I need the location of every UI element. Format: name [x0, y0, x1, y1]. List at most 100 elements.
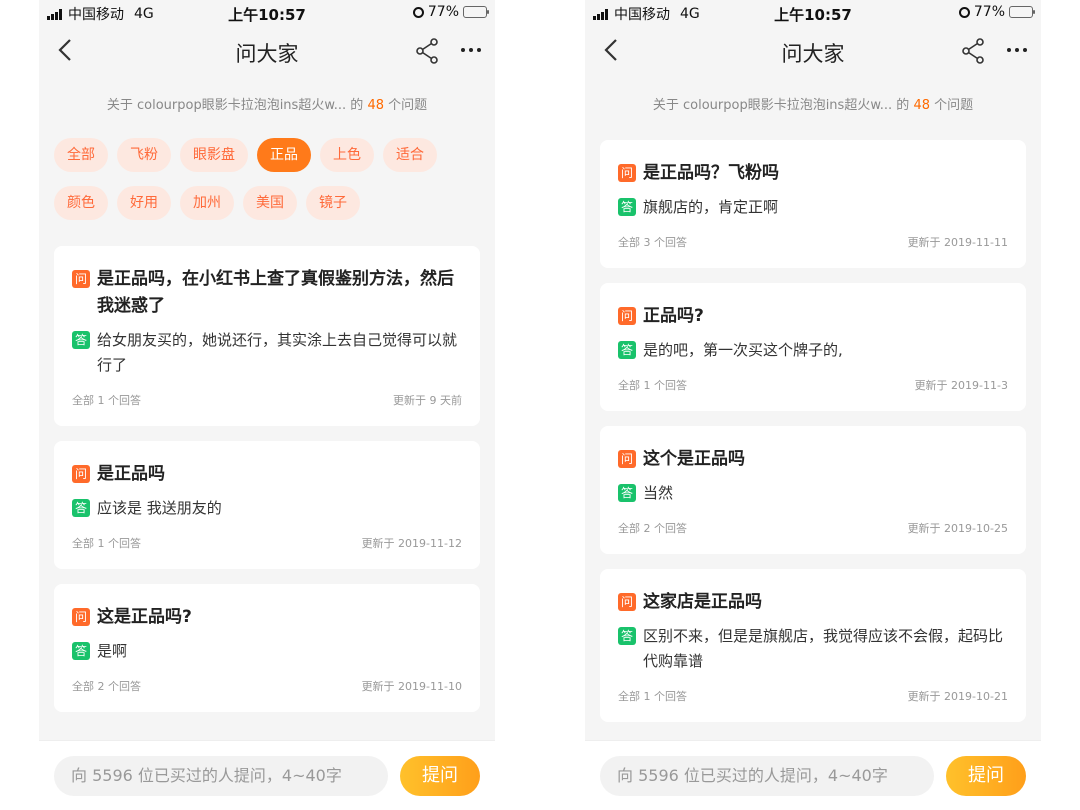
answer-row: 答是的吧，第一次买这个牌子的,	[618, 338, 1008, 363]
question-card[interactable]: 问是正品吗，在小红书上查了真假鉴别方法，然后我迷惑了答给女朋友买的，她说还行，其…	[54, 246, 480, 426]
question-text: 正品吗?	[643, 306, 704, 326]
answer-badge-icon: 答	[72, 499, 90, 517]
question-meta: 全部 1 个回答 更新于 2019-11-3	[618, 377, 1008, 393]
status-bar: 中国移动 4G 上午10:57 77%	[39, 0, 495, 26]
question-badge-icon: 问	[72, 608, 90, 626]
answer-text: 当然	[643, 484, 674, 502]
tag-filter-item[interactable]: 全部	[54, 138, 108, 172]
answer-badge-icon: 答	[618, 341, 636, 359]
nav-bar: 问大家	[585, 26, 1041, 76]
answer-count: 全部 1 个回答	[618, 379, 687, 392]
tag-filter-item[interactable]: 镜子	[306, 186, 360, 220]
bottom-ask-bar: 向 5596 位已买过的人提问，4~40字 提问	[39, 740, 495, 810]
updated-time: 更新于 2019-11-3	[914, 379, 1008, 392]
tag-filter-list: 全部 飞粉 眼影盘 正品 上色 适合颜色 好用 加州 美国 镜子	[54, 138, 480, 220]
tag-filter-item[interactable]: 飞粉	[117, 138, 171, 172]
updated-time: 更新于 2019-10-25	[907, 522, 1008, 535]
answer-badge-icon: 答	[618, 627, 636, 645]
share-icon[interactable]	[961, 38, 985, 64]
answer-count: 全部 1 个回答	[72, 537, 141, 550]
question-row: 问这是正品吗?	[72, 604, 462, 631]
question-row: 问是正品吗，在小红书上查了真假鉴别方法，然后我迷惑了	[72, 266, 462, 320]
question-row: 问是正品吗？飞粉吗	[618, 160, 1008, 187]
more-icon[interactable]	[461, 48, 481, 52]
updated-time: 更新于 2019-11-11	[907, 236, 1008, 249]
question-badge-icon: 问	[618, 307, 636, 325]
answer-badge-icon: 答	[618, 198, 636, 216]
question-card[interactable]: 问这个是正品吗答当然 全部 2 个回答 更新于 2019-10-25	[600, 426, 1026, 554]
tag-filter-item[interactable]: 美国	[243, 186, 297, 220]
battery-percent: 77%	[973, 4, 1005, 20]
question-meta: 全部 1 个回答 更新于 9 天前	[72, 392, 462, 408]
ask-button[interactable]: 提问	[946, 756, 1026, 796]
question-text: 这家店是正品吗	[643, 592, 762, 612]
right-screen: 中国移动 4G 上午10:57 77% 问大家 关于 colourpop眼影卡拉…	[585, 0, 1041, 810]
answer-row: 答旗舰店的，肯定正啊	[618, 195, 1008, 220]
nav-bar: 问大家	[39, 26, 495, 76]
more-icon[interactable]	[1007, 48, 1027, 52]
question-card[interactable]: 问正品吗? 答是的吧，第一次买这个牌子的, 全部 1 个回答 更新于 2019-11-…	[600, 283, 1026, 411]
updated-time: 更新于 2019-10-21	[907, 690, 1008, 703]
question-meta: 全部 1 个回答 更新于 2019-10-21	[618, 688, 1008, 704]
answer-count: 全部 3 个回答	[618, 236, 687, 249]
share-icon[interactable]	[415, 38, 439, 64]
ask-question-input[interactable]: 向 5596 位已买过的人提问，4~40字	[54, 756, 388, 796]
status-bar: 中国移动 4G 上午10:57 77%	[585, 0, 1041, 26]
tag-filter-item[interactable]: 眼影盘	[180, 138, 248, 172]
answer-row: 答当然	[618, 481, 1008, 506]
question-list: 问是正品吗，在小红书上查了真假鉴别方法，然后我迷惑了答给女朋友买的，她说还行，其…	[54, 246, 480, 727]
tag-filter-item[interactable]: 颜色	[54, 186, 108, 220]
answer-text: 应该是 我送朋友的	[97, 499, 222, 517]
question-text: 这是正品吗?	[97, 607, 192, 627]
tag-filter-item[interactable]: 上色	[320, 138, 374, 172]
question-card[interactable]: 问这是正品吗? 答是啊 全部 2 个回答 更新于 2019-11-10	[54, 584, 480, 712]
question-badge-icon: 问	[72, 270, 90, 288]
alarm-icon	[958, 6, 970, 18]
question-badge-icon: 问	[618, 164, 636, 182]
question-count: 48	[367, 98, 384, 113]
question-text: 这个是正品吗	[643, 449, 745, 469]
question-card[interactable]: 问是正品吗？飞粉吗答旗舰店的，肯定正啊 全部 3 个回答 更新于 2019-11-1…	[600, 140, 1026, 268]
question-meta: 全部 2 个回答 更新于 2019-10-25	[618, 520, 1008, 536]
question-badge-icon: 问	[618, 450, 636, 468]
alarm-icon	[412, 6, 424, 18]
ask-button[interactable]: 提问	[400, 756, 480, 796]
answer-text: 是的吧，第一次买这个牌子的,	[643, 341, 843, 359]
question-meta: 全部 1 个回答 更新于 2019-11-12	[72, 535, 462, 551]
question-list: 问是正品吗？飞粉吗答旗舰店的，肯定正啊 全部 3 个回答 更新于 2019-11-1…	[600, 140, 1026, 737]
question-badge-icon: 问	[618, 593, 636, 611]
question-row: 问正品吗?	[618, 303, 1008, 330]
question-meta: 全部 3 个回答 更新于 2019-11-11	[618, 234, 1008, 250]
tag-filter-item[interactable]: 正品	[257, 138, 311, 172]
answer-text: 是啊	[97, 642, 128, 660]
question-text: 是正品吗？飞粉吗	[643, 163, 779, 183]
ask-question-input[interactable]: 向 5596 位已买过的人提问，4~40字	[600, 756, 934, 796]
updated-time: 更新于 9 天前	[393, 394, 462, 407]
question-badge-icon: 问	[72, 465, 90, 483]
question-row: 问这个是正品吗	[618, 446, 1008, 473]
tag-filter-item[interactable]: 好用	[117, 186, 171, 220]
answer-text: 给女朋友买的，她说还行，其实涂上去自己觉得可以就行了	[97, 331, 458, 374]
question-row: 问是正品吗	[72, 461, 462, 488]
answer-row: 答应该是 我送朋友的	[72, 496, 462, 521]
updated-time: 更新于 2019-11-10	[361, 680, 462, 693]
answer-text: 旗舰店的，肯定正啊	[643, 198, 779, 216]
tag-filter-item[interactable]: 适合	[383, 138, 437, 172]
left-screen: 中国移动 4G 上午10:57 77% 问大家 关于 colourpop眼影卡拉…	[39, 0, 495, 810]
question-text: 是正品吗	[97, 464, 165, 484]
answer-row: 答区别不来，但是是旗舰店，我觉得应该不会假，起码比代购靠谱	[618, 624, 1008, 674]
battery-icon	[1009, 6, 1035, 18]
question-count-summary: 关于 colourpop眼影卡拉泡泡ins超火w... 的 48 个问题	[106, 98, 428, 113]
tag-filter-item[interactable]: 加州	[180, 186, 234, 220]
answer-row: 答是啊	[72, 639, 462, 664]
answer-text: 区别不来，但是是旗舰店，我觉得应该不会假，起码比代购靠谱	[643, 627, 1004, 670]
question-card[interactable]: 问是正品吗答应该是 我送朋友的 全部 1 个回答 更新于 2019-11-12	[54, 441, 480, 569]
answer-count: 全部 2 个回答	[618, 522, 687, 535]
battery-icon	[463, 6, 489, 18]
answer-count: 全部 1 个回答	[618, 690, 687, 703]
question-card[interactable]: 问这家店是正品吗答区别不来，但是是旗舰店，我觉得应该不会假，起码比代购靠谱 全部 …	[600, 569, 1026, 722]
battery-percent: 77%	[427, 4, 459, 20]
answer-badge-icon: 答	[72, 642, 90, 660]
bottom-ask-bar: 向 5596 位已买过的人提问，4~40字 提问	[585, 740, 1041, 810]
question-text: 是正品吗，在小红书上查了真假鉴别方法，然后我迷惑了	[97, 269, 454, 316]
